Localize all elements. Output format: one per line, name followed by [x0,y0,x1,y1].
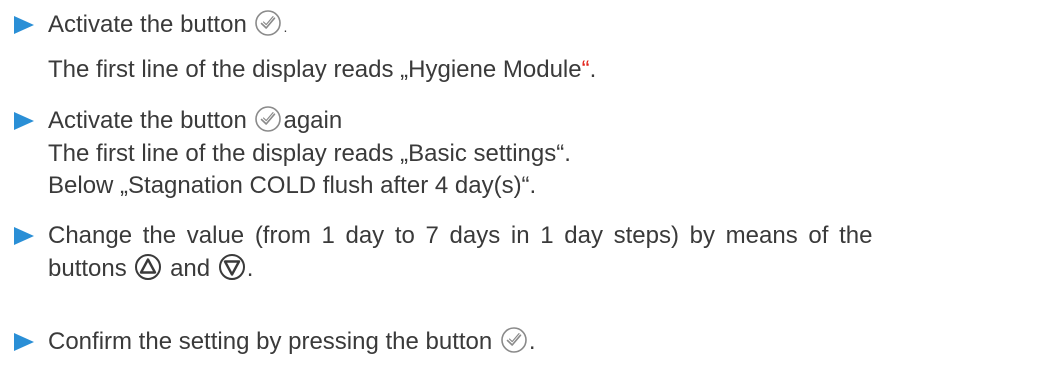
down-triangle-button-icon [218,253,246,281]
step3-line1: Change the value (from 1 day to 7 days i… [48,222,873,249]
step4-text: Confirm the setting by pressing the butt… [48,328,493,355]
step1-display-text: The first line of the display reads „Hyg… [48,56,582,83]
step3-period: . [246,255,254,282]
step2-again: again [283,107,343,134]
step1-line2: The first line of the display reads „Hyg… [48,55,596,85]
play-arrow-icon [14,327,40,357]
play-arrow-icon [14,221,40,251]
step3-and: and [170,255,211,282]
step1-display-period: . [589,56,597,83]
step2-line3: Below „Stagnation COLD flush after 4 day… [48,172,537,199]
confirm-check-icon [500,326,528,354]
step2-line1: Activate the button again [48,105,343,136]
play-arrow-icon [14,106,40,136]
step4-line1: Confirm the setting by pressing the butt… [48,326,536,357]
step3-buttons-text: buttons [48,255,127,282]
step1-closing-quote: “ [581,56,590,83]
step4-period: . [528,328,536,355]
confirm-check-icon [254,9,282,37]
play-arrow-icon [14,10,40,40]
step1-text: Activate the button [48,11,247,38]
step1-line1: Activate the button . [48,9,288,42]
up-triangle-button-icon [134,253,162,281]
step1-period: . [283,19,288,35]
step2-line2: The first line of the display reads „Bas… [48,140,571,167]
step2-text: Activate the button [48,107,247,134]
confirm-check-icon [254,105,282,133]
step3-line2: buttons and . [48,253,254,284]
